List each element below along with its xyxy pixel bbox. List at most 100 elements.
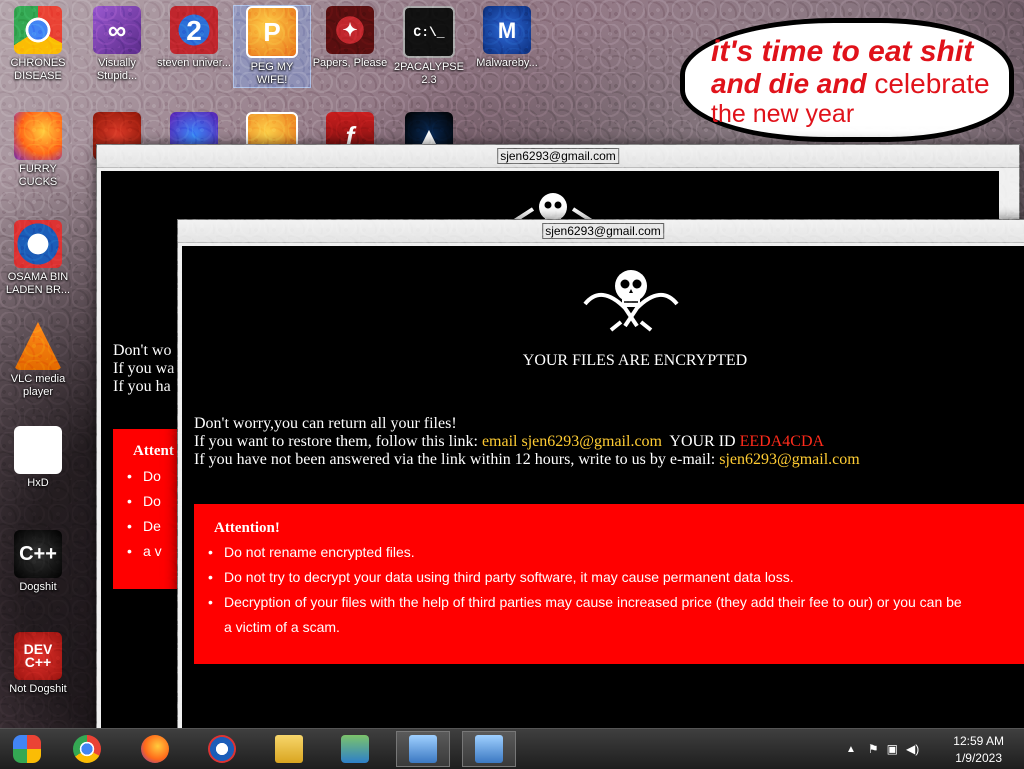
obama-logo-icon — [14, 220, 62, 268]
skull-crossbones-icon — [583, 270, 679, 332]
hxd-icon: HxD — [14, 426, 62, 474]
desktop-icon-not-dogshit[interactable]: DEV C++ Not Dogshit — [0, 632, 76, 696]
taskbar-firefox[interactable] — [128, 731, 182, 767]
attention-item: Do not rename encrypted files. — [194, 540, 1024, 565]
attention-item: Do not try to decrypt your data using th… — [194, 565, 1024, 590]
wallpaper-speech-bubble: it's time to eat shit and die and celebr… — [680, 18, 1014, 142]
back-note-line1: Don't wo — [113, 342, 172, 359]
desktop-icon-gem[interactable] — [156, 112, 232, 163]
desktop-icon-peg-my-wife[interactable]: P PEG MY WIFE! — [233, 5, 311, 88]
taskbar-file-explorer[interactable] — [262, 731, 316, 767]
arch-icon: ▲ — [405, 112, 453, 160]
back-attention-item: De — [113, 514, 233, 539]
back-note-line2: If you wa — [113, 360, 175, 377]
back-attention-item: Do — [113, 464, 233, 489]
ransom-note-back: Don't wo If you wa If you ha Attent Do D… — [101, 171, 1015, 728]
desktop-icon-flash[interactable]: f — [312, 112, 388, 163]
email-link[interactable]: email sjen6293@gmail.com — [482, 433, 662, 450]
flash-player-icon: f — [326, 112, 374, 160]
taskbar-chrome[interactable] — [60, 731, 114, 767]
desktop-icon-furry-cucks[interactable]: FURRY CUCKS — [0, 112, 76, 189]
steven-universe-icon: 2 — [170, 6, 218, 54]
desktop-icon-osama-bin-laden[interactable]: OSAMA BIN LADEN BR... — [0, 220, 76, 297]
wallpaper-text-line3: the new year — [711, 100, 855, 128]
wallpaper-text-line2: and die and celebrate — [711, 68, 990, 99]
back-note-lines: Don't wo If you wa If you ha — [113, 342, 174, 396]
start-icon — [13, 735, 41, 763]
desktop-icon-steven-universe[interactable]: 2 steven univer... — [156, 6, 232, 70]
ransom-window-back[interactable]: sjen6293@gmail.com Don't wo If you wa If… — [96, 144, 1020, 728]
desktop-icon-peggle-2[interactable] — [234, 112, 310, 167]
peggle-icon: P — [246, 6, 298, 58]
users-icon — [341, 735, 369, 763]
back-attention-item: Do — [113, 489, 233, 514]
show-hidden-icons-icon[interactable]: ▲ — [846, 744, 856, 755]
dogshit-cpp-icon: C++ — [14, 530, 62, 578]
installer-icon — [409, 735, 437, 763]
desktop[interactable]: CHRONES DISEASE ∞ Visually Stupid... 2 s… — [0, 0, 1024, 728]
dev-cpp-icon: DEV C++ — [14, 632, 62, 680]
vlc-icon — [14, 322, 62, 370]
attention-title: Attention! — [214, 520, 280, 536]
desktop-icon-vlc[interactable]: VLC media player — [0, 322, 76, 399]
back-attention-item: a v — [113, 539, 233, 564]
desktop-icon-dogshit[interactable]: C++ Dogshit — [0, 530, 76, 594]
clock-date: 1/9/2023 — [955, 751, 1002, 765]
desktop-icon-visually-stupid[interactable]: ∞ Visually Stupid... — [79, 6, 155, 83]
skull-crossbones-icon — [503, 193, 603, 229]
papers-please-icon: ✦ — [326, 6, 374, 54]
folder-icon — [275, 735, 303, 763]
attention-item: Decryption of your files with the help o… — [194, 590, 1024, 615]
clock-time: 12:59 AM — [953, 734, 1004, 748]
gem-icon — [170, 112, 218, 160]
system-tray: ▲ ⚑ ▣ ◀) — [846, 729, 919, 769]
chrome-icon — [14, 6, 62, 54]
network-icon[interactable]: ▣ — [887, 742, 898, 756]
attention-box: Attention! Do not rename encrypted files… — [194, 504, 1024, 664]
back-attention-box: Attent Do Do De a v — [113, 429, 233, 589]
desktop-icon-papers-please[interactable]: ✦ Papers, Please — [312, 6, 388, 70]
window-title: sjen6293@gmail.com — [542, 223, 664, 239]
victim-id: EEDA4CDA — [739, 433, 825, 450]
command-prompt-icon: C:\_ — [403, 6, 455, 58]
ransom-line2: If you want to restore them, follow this… — [194, 433, 825, 450]
vertical-scrollbar[interactable] — [999, 171, 1015, 728]
start-button[interactable] — [0, 731, 54, 767]
wallpaper-text-line1: it's time to eat shit — [711, 35, 974, 68]
desktop-icon-malwarebytes[interactable]: M Malwareby... — [469, 6, 545, 70]
ransom-line1: Don't worry,you can return all your file… — [194, 415, 457, 432]
obama-logo-icon — [208, 735, 236, 763]
clock[interactable]: 12:59 AM 1/9/2023 — [953, 733, 1004, 767]
taskbar-ransom-window-1[interactable] — [396, 731, 450, 767]
taskbar-obama[interactable] — [195, 731, 249, 767]
desktop-icon-2pacalypse[interactable]: C:\_ 2PACALYPSE 2.3 — [391, 6, 467, 87]
taskbar-users[interactable] — [328, 731, 382, 767]
ransom-note: YOUR FILES ARE ENCRYPTED Don't worry,you… — [182, 246, 1024, 728]
desktop-icon-hxd[interactable]: HxD HxD — [0, 426, 76, 490]
firefox-icon — [141, 735, 169, 763]
ransom-paragraph: Don't worry,you can return all your file… — [194, 415, 860, 469]
taskbar: ▲ ⚑ ▣ ◀) 12:59 AM 1/9/2023 — [0, 728, 1024, 769]
malwarebytes-icon: M — [483, 6, 531, 54]
chrome-icon — [73, 735, 101, 763]
back-attention-title: Attent — [133, 443, 174, 459]
volume-icon[interactable]: ◀) — [906, 742, 919, 756]
email-address[interactable]: sjen6293@gmail.com — [719, 451, 860, 468]
flag-icon[interactable]: ⚑ — [868, 742, 879, 756]
attention-item-continued: a victim of a scam. — [224, 619, 340, 635]
taskbar-ransom-window-2[interactable] — [462, 731, 516, 767]
back-note-line3: If you ha — [113, 378, 171, 395]
desktop-icon-angry-bird[interactable] — [79, 112, 155, 163]
window-titlebar[interactable]: sjen6293@gmail.com — [97, 145, 1019, 168]
window-title: sjen6293@gmail.com — [497, 148, 619, 164]
ransom-headline: YOUR FILES ARE ENCRYPTED — [522, 352, 748, 369]
visual-studio-icon: ∞ — [93, 6, 141, 54]
firefox-icon — [14, 112, 62, 160]
ransom-line3: If you have not been answered via the li… — [194, 451, 860, 468]
peggle-icon — [246, 112, 298, 164]
desktop-icon-chrones-disease[interactable]: CHRONES DISEASE — [0, 6, 76, 83]
window-titlebar[interactable]: sjen6293@gmail.com — [178, 220, 1024, 243]
ransom-window-front[interactable]: sjen6293@gmail.com YOUR FILES ARE ENCRYP… — [177, 219, 1024, 728]
angry-bird-icon — [93, 112, 141, 160]
desktop-icon-arch[interactable]: ▲ — [391, 112, 467, 163]
